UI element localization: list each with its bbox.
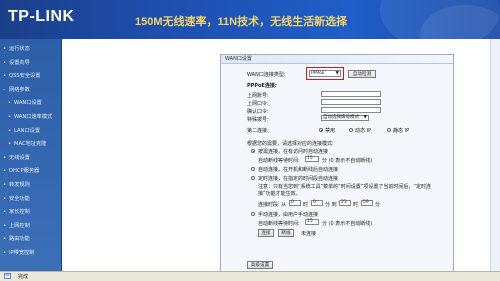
second-conn-option: 动态 IP	[355, 128, 372, 134]
username-field[interactable]	[321, 91, 381, 97]
sidebar-item[interactable]: • 安全功能	[3, 195, 30, 202]
mode-hint: 根据您的需要，请选择对应的连接模式:	[247, 141, 334, 147]
sidebar-item[interactable]: • WAN口设置	[8, 99, 42, 106]
mode-scheduled-label: 定时连接，在指定的时间段自动连接	[258, 176, 339, 182]
sidebar-item[interactable]: • 转发规则	[3, 181, 30, 188]
idle-time-label: 自动断线等待时间:	[258, 158, 300, 164]
sidebar-item-label: WAN口设置	[14, 100, 42, 107]
period-from-minute[interactable]: 0	[311, 200, 323, 206]
unit-min: 分	[375, 202, 381, 208]
sidebar-item-label: 上网控制	[9, 222, 30, 229]
sidebar-item[interactable]: • QSS安全设置	[3, 72, 40, 79]
special-dial-value: 自动选择拨号模式	[323, 115, 359, 120]
advanced-settings-button[interactable]: 高级设置	[247, 261, 273, 269]
connection-status: 未连接	[301, 231, 317, 237]
brand-logo: TP-LINK	[8, 8, 75, 25]
period-label: 连接时段: 从	[258, 202, 287, 208]
mode-manual-label: 手动连接，由用户手动连接	[258, 212, 319, 218]
sidebar-item-label: MAC地址克隆	[14, 141, 47, 148]
special-dial-select[interactable]: 自动选择拨号模式 ▼	[321, 115, 369, 121]
vertical-scrollbar[interactable]	[490, 39, 500, 271]
sidebar-item[interactable]: • 路由功能	[3, 235, 30, 242]
sidebar-item-label: WAN口速率模式	[14, 114, 53, 120]
pppoe-header: PPPoE连接:	[247, 83, 277, 89]
sidebar-item[interactable]: • IP带宽控制	[3, 249, 34, 256]
status-text: 完成	[18, 274, 29, 280]
sidebar-item[interactable]: • LAN口设置	[8, 127, 40, 134]
mode-on-demand-radio[interactable]	[251, 149, 255, 153]
sidebar-item[interactable]: • MAC地址克隆	[8, 140, 46, 147]
panel-title: WAN口设置	[221, 55, 453, 64]
sidebar-item[interactable]: • DHCP服务器	[3, 167, 39, 174]
schedule-note: 注意：只有当您到“系统工具”菜单的“时间设置”项设置了当前时间后，“定时连接”功…	[258, 184, 431, 197]
idle-time-field[interactable]: 15	[305, 156, 319, 162]
password-label: 上网口令:	[247, 101, 269, 107]
second-conn-static-radio[interactable]	[387, 128, 391, 132]
mode-auto-label: 自动连接，在开机和断线后自动连接	[258, 167, 339, 173]
sidebar-item-label: 设置向导	[9, 59, 30, 66]
header-banner: TP-LINK 150M无线速率，11N技术，无线生活新选择	[0, 0, 500, 65]
password-field[interactable]	[321, 99, 381, 105]
unit-hour: 时	[303, 202, 309, 208]
unit-hour: 时	[353, 202, 359, 208]
confirm-password-field[interactable]	[321, 107, 381, 113]
main-content: WAN口设置 WAN口连接类型: PPPoE ▼ 自动检测 PPPoE连接: 上…	[62, 39, 500, 276]
special-dial-label: 特殊拨号:	[247, 117, 269, 123]
chevron-down-icon: ▼	[363, 115, 367, 120]
banner-slogan: 150M无线速率，11N技术，无线生活新选择	[135, 16, 348, 28]
sidebar-item[interactable]: • 设置向导	[3, 59, 30, 66]
unit-min-to: 分 到	[325, 202, 337, 208]
username-label: 上网账号:	[247, 93, 269, 99]
sidebar-item[interactable]: • WAN口速率模式	[8, 113, 52, 120]
page-icon	[4, 273, 11, 279]
sidebar-menu: • 运行状态 • 设置向导 • QSS安全设置 - 网络参数 • WAN口设置 • WAN口速率模式 •…	[0, 39, 62, 271]
idle-time-field-2[interactable]: 15	[305, 219, 319, 225]
sidebar-item-label: IP带宽控制	[9, 250, 35, 256]
auto-detect-button[interactable]: 自动检测	[348, 70, 376, 78]
sidebar-item-label: 转发规则	[9, 182, 30, 188]
idle-time-unit: 分 (0 表示不自动断线)	[322, 158, 373, 164]
mode-auto-radio[interactable]	[251, 167, 255, 171]
sidebar-item-label: QSS安全设置	[9, 73, 41, 80]
idle-time-unit-2: 分 (0 表示不自动断线)	[322, 221, 373, 227]
mode-on-demand-label: 按需连接，在有访问时自动连接	[258, 149, 329, 155]
sidebar-item-label: 运行状态	[9, 46, 30, 52]
sidebar-item[interactable]: - 网络参数	[3, 86, 30, 93]
period-to-hour[interactable]: 23	[339, 200, 351, 206]
sidebar-item-label: 路由功能	[9, 236, 30, 243]
second-conn-option: 禁用	[325, 128, 336, 134]
disconnect-button[interactable]: 断线	[278, 229, 294, 237]
mode-manual-radio[interactable]	[251, 212, 255, 216]
sidebar-item[interactable]: • 家长控制	[3, 208, 30, 215]
sidebar-item[interactable]: • 运行状态	[3, 45, 30, 52]
second-conn-disabled-radio[interactable]	[319, 128, 323, 132]
sidebar-item[interactable]: • 无线设置	[3, 154, 30, 161]
mode-scheduled-radio[interactable]	[251, 176, 255, 180]
wan-type-highlight	[306, 67, 344, 80]
sidebar-item-label: DHCP服务器	[9, 168, 40, 175]
sidebar-item[interactable]: • 上网控制	[3, 222, 30, 229]
sidebar-item-label: 网络参数	[9, 86, 30, 93]
sidebar-item-label: 安全功能	[9, 195, 30, 202]
period-from-hour[interactable]: 0	[289, 200, 301, 206]
second-connection-label: 第二连接:	[247, 128, 269, 134]
sidebar-item-label: 无线设置	[9, 154, 30, 161]
idle-time-label-2: 自动断线等待时间:	[258, 221, 300, 227]
sidebar-item-label: 家长控制	[9, 209, 30, 216]
confirm-password-label: 确认口令:	[247, 109, 269, 115]
connect-button[interactable]: 连接	[258, 229, 274, 237]
wan-settings-panel: WAN口设置 WAN口连接类型: PPPoE ▼ 自动检测 PPPoE连接: 上…	[220, 54, 454, 276]
sidebar-item-label: LAN口设置	[14, 127, 41, 134]
second-conn-dynamic-radio[interactable]	[349, 128, 353, 132]
wan-type-label: WAN口连接类型:	[247, 72, 286, 78]
period-to-minute[interactable]: 59	[361, 200, 373, 206]
second-conn-option: 静态 IP	[393, 128, 410, 134]
